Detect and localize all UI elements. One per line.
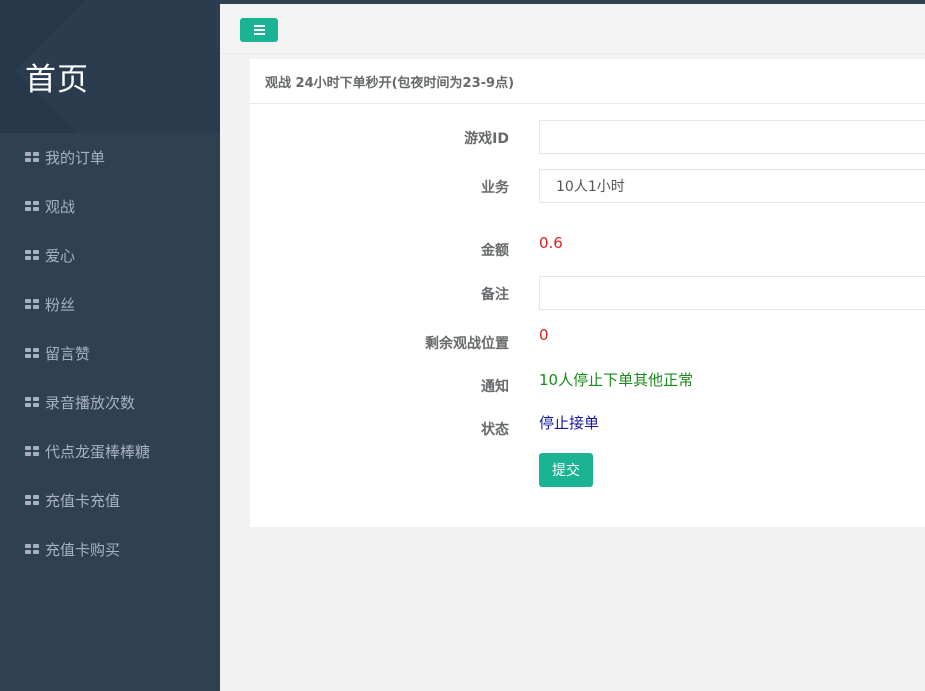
notice-value: 10人停止下单其他正常 [539, 371, 694, 389]
hamburger-icon [253, 25, 265, 27]
sidebar-item-recording-plays[interactable]: 录音播放次数 [0, 378, 220, 427]
grid-icon [25, 495, 39, 506]
grid-icon [25, 446, 39, 457]
sidebar-brand: 首页 [0, 0, 220, 133]
sidebar-item-label: 我的订单 [45, 149, 106, 167]
main-content: 观战 24小时下单秒开(包夜时间为23-9点) 游戏ID 业务 10人1小时 金… [220, 4, 925, 691]
grid-icon [25, 544, 39, 555]
sidebar-item-card-recharge[interactable]: 充值卡充值 [0, 476, 220, 525]
form-row-status: 状态 停止接单 [250, 412, 925, 438]
form-row-submit: 提交 [250, 453, 925, 487]
note-input[interactable] [539, 276, 925, 310]
sidebar-item-label: 留言赞 [45, 345, 91, 363]
amount-value: 0.6 [539, 234, 563, 252]
grid-icon [25, 152, 39, 163]
grid-icon [25, 250, 39, 261]
grid-icon [25, 299, 39, 310]
hamburger-icon [253, 29, 265, 31]
form-row-notice: 通知 10人停止下单其他正常 [250, 369, 925, 395]
panel-title: 观战 24小时下单秒开(包夜时间为23-9点) [250, 59, 925, 104]
sidebar-item-my-orders[interactable]: 我的订单 [0, 133, 220, 182]
grid-icon [25, 348, 39, 359]
grid-icon [25, 201, 39, 212]
brand-title[interactable]: 首页 [25, 54, 89, 99]
remaining-value: 0 [539, 326, 549, 344]
sidebar-item-spectate[interactable]: 观战 [0, 182, 220, 231]
sidebar-item-comment-likes[interactable]: 留言赞 [0, 329, 220, 378]
form-row-game-id: 游戏ID [250, 120, 925, 154]
form-row-note: 备注 [250, 276, 925, 310]
submit-button[interactable]: 提交 [539, 453, 593, 487]
sidebar: 首页 我的订单 观战 爱心 粉丝 留言赞 录音播放次数 代点龙蛋棒棒糖 充值卡充… [0, 0, 220, 691]
form-row-service: 业务 10人1小时 [250, 169, 925, 203]
game-id-input[interactable] [539, 120, 925, 154]
sidebar-item-label: 充值卡充值 [45, 492, 121, 510]
hamburger-icon [253, 33, 265, 35]
order-panel: 观战 24小时下单秒开(包夜时间为23-9点) 游戏ID 业务 10人1小时 金… [250, 59, 925, 527]
menu-toggle-button[interactable] [240, 18, 278, 42]
note-label: 备注 [481, 287, 509, 303]
status-label: 状态 [481, 422, 509, 438]
status-value: 停止接单 [539, 414, 600, 432]
grid-icon [25, 397, 39, 408]
sidebar-item-fans[interactable]: 粉丝 [0, 280, 220, 329]
sidebar-item-label: 代点龙蛋棒棒糖 [45, 443, 151, 461]
amount-label: 金额 [481, 243, 509, 259]
sidebar-item-label: 观战 [45, 198, 76, 216]
sidebar-item-label: 录音播放次数 [45, 394, 136, 412]
sidebar-item-label: 充值卡购买 [45, 541, 121, 559]
remaining-label: 剩余观战位置 [425, 336, 509, 352]
sidebar-item-heart[interactable]: 爱心 [0, 231, 220, 280]
service-select[interactable]: 10人1小时 [539, 169, 925, 203]
game-id-label: 游戏ID [464, 131, 509, 147]
form-row-remaining: 剩余观战位置 0 [250, 326, 925, 352]
service-label: 业务 [481, 180, 509, 196]
sidebar-item-label: 粉丝 [45, 296, 76, 314]
top-header [220, 4, 925, 54]
notice-label: 通知 [481, 379, 509, 395]
form-row-amount: 金额 0.6 [250, 234, 925, 259]
sidebar-item-dragon-egg-lollipop[interactable]: 代点龙蛋棒棒糖 [0, 427, 220, 476]
sidebar-item-card-purchase[interactable]: 充值卡购买 [0, 525, 220, 574]
sidebar-nav: 我的订单 观战 爱心 粉丝 留言赞 录音播放次数 代点龙蛋棒棒糖 充值卡充值 充… [0, 133, 220, 574]
sidebar-item-label: 爱心 [45, 247, 76, 265]
